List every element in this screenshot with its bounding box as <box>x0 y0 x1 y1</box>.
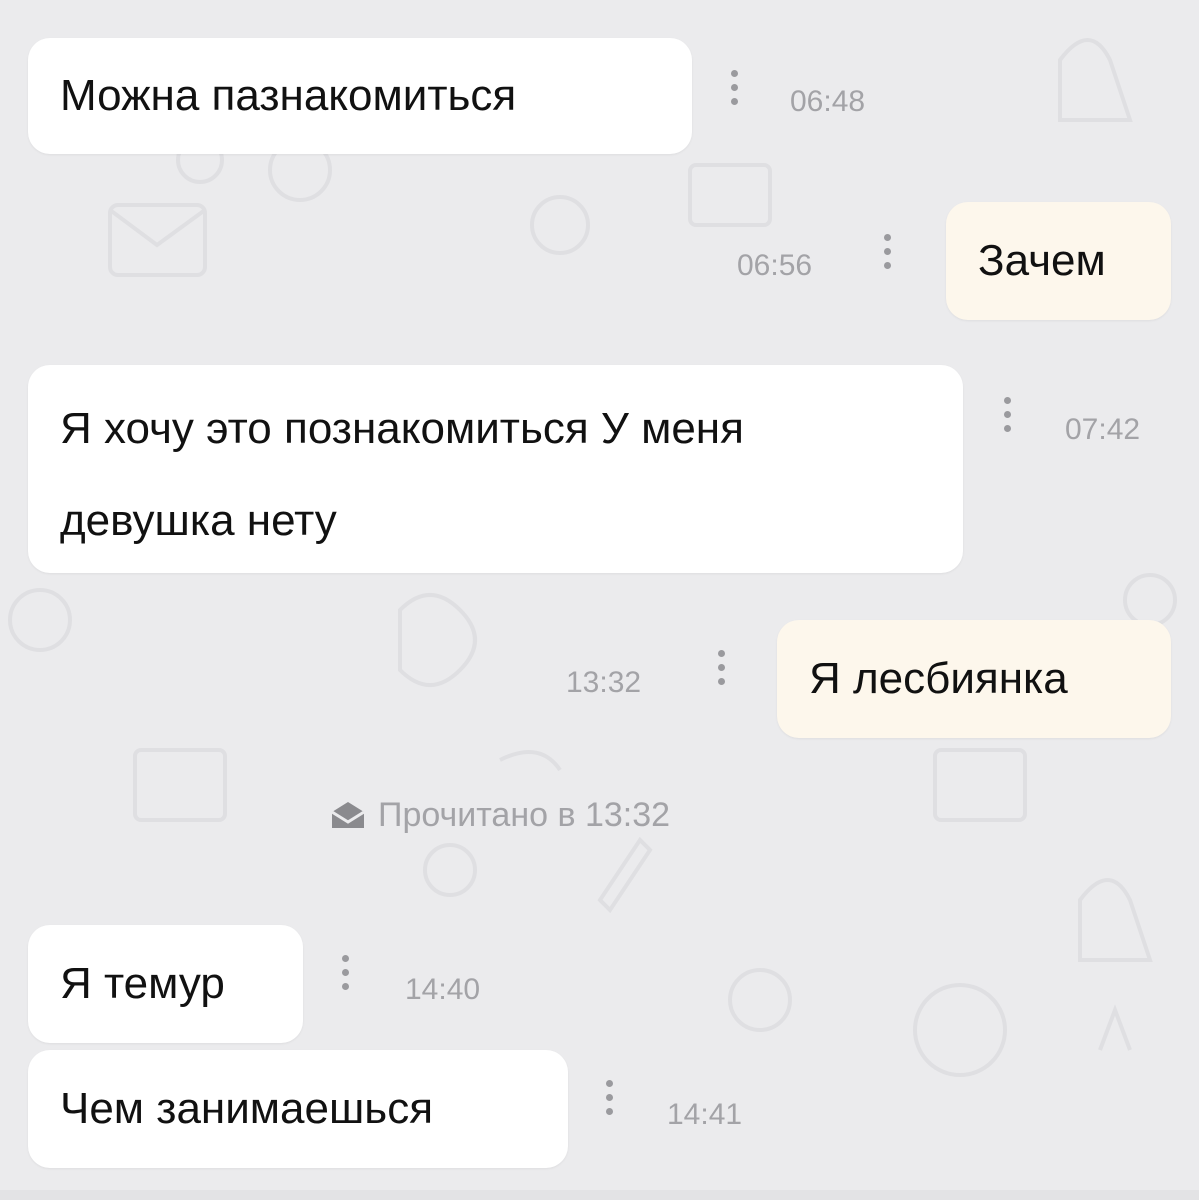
message-time: 06:56 <box>737 249 813 282</box>
message-bubble[interactable]: Я хочу это познакомиться У меня девушка … <box>28 365 963 573</box>
message-text: Можна пазнакомиться <box>60 71 517 120</box>
chat-window: Можна пазнакомиться 06:48 06:56 Зачем Я … <box>0 0 1199 1200</box>
message-menu-icon[interactable] <box>604 1080 614 1122</box>
message-menu-icon[interactable] <box>729 70 739 112</box>
message-time: 07:42 <box>1065 413 1141 446</box>
message-bubble[interactable]: Можна пазнакомиться <box>28 38 692 154</box>
message-text: Я лесбиянка <box>809 654 1068 703</box>
message-text: Я темур <box>60 959 225 1008</box>
message-time: 06:48 <box>790 85 866 118</box>
message-menu-icon[interactable] <box>716 650 726 692</box>
bottom-divider <box>0 1190 1199 1200</box>
message-menu-icon[interactable] <box>882 234 892 276</box>
message-text: Зачем <box>978 236 1106 285</box>
message-bubble[interactable]: Зачем <box>946 202 1171 320</box>
read-status-label: Прочитано в 13:32 <box>378 796 671 834</box>
message-menu-icon[interactable] <box>1002 397 1012 439</box>
message-bubble[interactable]: Я темур <box>28 925 303 1043</box>
message-text: Я хочу это познакомиться У меня девушка … <box>60 404 757 545</box>
message-time: 14:41 <box>667 1098 743 1131</box>
message-time: 14:40 <box>405 973 481 1006</box>
opened-envelope-icon <box>331 802 365 828</box>
message-bubble[interactable]: Чем занимаешься <box>28 1050 568 1168</box>
message-time: 13:32 <box>566 666 642 699</box>
message-bubble[interactable]: Я лесбиянка <box>777 620 1171 738</box>
read-status: Прочитано в 13:32 <box>330 795 670 835</box>
message-text: Чем занимаешься <box>60 1084 434 1133</box>
message-menu-icon[interactable] <box>340 955 350 997</box>
